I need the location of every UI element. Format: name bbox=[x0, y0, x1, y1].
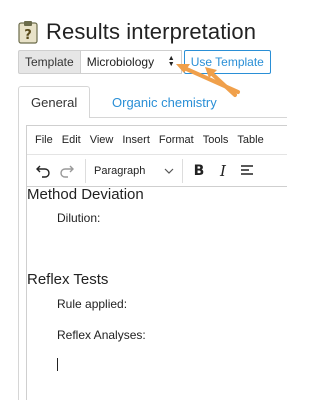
editor-menubar: File Edit View Insert Format Tools Table bbox=[27, 126, 287, 155]
block-format-value: Paragraph bbox=[94, 164, 146, 177]
tab-organic-chemistry[interactable]: Organic chemistry bbox=[100, 86, 229, 118]
editor-toolbar: Paragraph B I bbox=[27, 155, 287, 187]
clipboard-question-icon: ? bbox=[18, 21, 38, 44]
heading-reflex-tests: Reflex Tests bbox=[27, 271, 109, 288]
rule-applied-line: Rule applied: bbox=[57, 297, 128, 311]
menu-view[interactable]: View bbox=[90, 134, 114, 146]
chevron-down-icon bbox=[164, 168, 174, 174]
svg-text:?: ? bbox=[24, 28, 32, 43]
editor-content[interactable]: Method Deviation Dilution: Reflex Tests … bbox=[27, 186, 288, 400]
use-template-button[interactable]: Use Template bbox=[183, 50, 271, 74]
template-select[interactable]: Microbiology ▲ ▼ bbox=[79, 50, 182, 74]
menu-format[interactable]: Format bbox=[159, 134, 194, 146]
page-title: Results interpretation bbox=[46, 19, 257, 44]
page-header: ? Results interpretation bbox=[18, 18, 256, 46]
block-format-select[interactable]: Paragraph bbox=[85, 158, 183, 183]
menu-tools[interactable]: Tools bbox=[203, 134, 229, 146]
menu-table[interactable]: Table bbox=[237, 134, 263, 146]
select-arrows-icon: ▲ ▼ bbox=[167, 55, 175, 68]
dilution-line: Dilution: bbox=[57, 211, 101, 225]
text-cursor bbox=[57, 358, 58, 371]
undo-icon[interactable] bbox=[33, 161, 53, 181]
bold-button[interactable]: B bbox=[189, 161, 209, 181]
tab-bar: General Organic chemistry bbox=[18, 86, 287, 118]
rich-text-editor: File Edit View Insert Format Tools Table… bbox=[26, 125, 287, 400]
template-label: Template bbox=[18, 50, 80, 74]
menu-file[interactable]: File bbox=[35, 134, 53, 146]
italic-button[interactable]: I bbox=[213, 161, 233, 181]
heading-method-deviation: Method Deviation bbox=[27, 186, 144, 203]
template-bar: Template Microbiology ▲ ▼ Use Template bbox=[18, 50, 271, 74]
redo-icon[interactable] bbox=[57, 161, 77, 181]
tab-general[interactable]: General bbox=[18, 86, 91, 118]
align-left-icon[interactable] bbox=[237, 161, 257, 181]
template-selected-value: Microbiology bbox=[86, 55, 155, 69]
reflex-analyses-line: Reflex Analyses: bbox=[57, 328, 146, 342]
menu-edit[interactable]: Edit bbox=[62, 134, 81, 146]
menu-insert[interactable]: Insert bbox=[122, 134, 150, 146]
